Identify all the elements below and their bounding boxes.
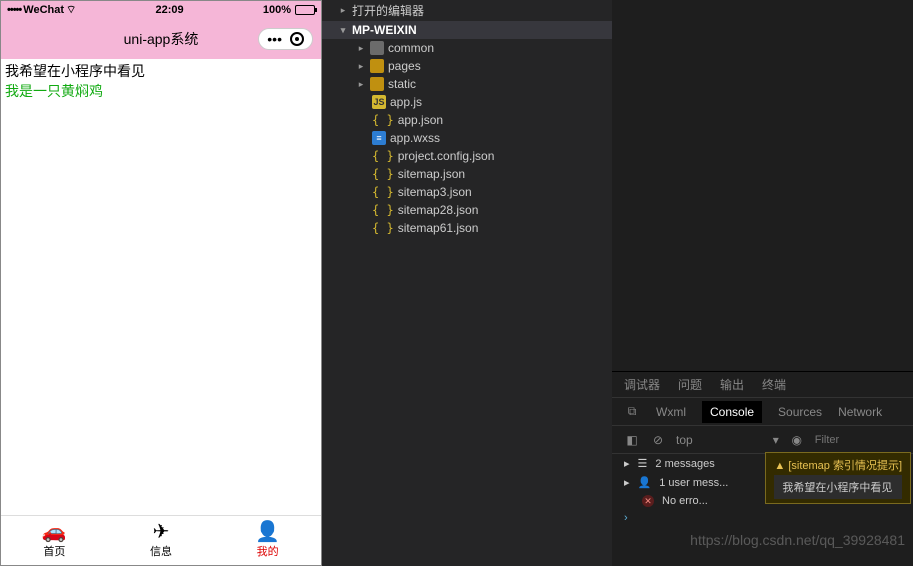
battery-percent: 100% [263,4,291,16]
file-name: sitemap61.json [398,221,479,235]
user-icon: 👤 [638,476,652,489]
subtab-wxml[interactable]: Wxml [656,405,686,419]
context-label: top [676,433,693,447]
file-name: project.config.json [398,149,495,163]
open-editors-header[interactable]: ▸ 打开的编辑器 [322,0,612,21]
json-file-icon: { } [372,185,394,199]
devtools-sub-tabs: ⧉ Wxml Console Sources Network [612,398,913,426]
file-tree-item[interactable]: { } sitemap61.json [322,219,612,237]
sitemap-warning-tooltip: ▲ [sitemap 索引情况提示] 我希望在小程序中看见 [765,452,911,504]
carrier-label: WeChat [23,4,64,16]
status-bar: ••••• WeChat ⌔ 22:09 100% [1,1,321,19]
file-name: sitemap28.json [398,203,479,217]
tab-terminal[interactable]: 终端 [762,376,786,393]
page-title: uni-app系统 [124,29,199,49]
folder-icon [370,59,384,73]
error-label: No erro... [662,495,708,507]
folder-icon [370,77,384,91]
tab-mine[interactable]: 👤 我的 [214,516,321,565]
error-icon: ✕ [642,495,654,507]
subtab-console[interactable]: Console [702,401,762,423]
user-messages-label: 1 user mess... [659,477,728,489]
context-dropdown[interactable]: top ▾ [676,433,779,447]
editor-area[interactable] [612,0,913,371]
open-editors-label: 打开的编辑器 [352,2,424,19]
file-tree-item[interactable]: ▸static [322,75,612,93]
sidebar-toggle-icon[interactable]: ◧ [624,432,640,448]
content-line-1: 我希望在小程序中看见 [5,61,317,81]
capsule-button[interactable]: ••• [258,28,313,50]
file-name: app.json [398,113,443,127]
tabbar: 🚗 首页 ✈ 信息 👤 我的 [1,515,321,565]
warning-icon: ▲ [774,460,785,472]
file-name: sitemap3.json [398,185,472,199]
file-name: static [388,77,416,91]
file-tree-item[interactable]: ▸pages [322,57,612,75]
file-name: app.js [390,95,422,109]
car-icon: 🚗 [42,522,67,542]
user-icon: 👤 [255,522,280,542]
nav-bar: uni-app系统 ••• [1,19,321,59]
file-tree-item[interactable]: { } sitemap.json [322,165,612,183]
tab-output[interactable]: 输出 [720,376,744,393]
tab-label: 我的 [257,543,279,559]
list-icon: ☰ [638,457,648,470]
file-tree-item[interactable]: ▸common [322,39,612,57]
file-name: app.wxss [390,131,440,145]
file-tree-item[interactable]: ≡ app.wxss [322,129,612,147]
tab-messages[interactable]: ✈ 信息 [108,516,215,565]
console-prompt[interactable]: › [612,510,913,526]
tab-debugger[interactable]: 调试器 [624,376,660,393]
file-tree-item[interactable]: { } project.config.json [322,147,612,165]
json-file-icon: { } [372,113,394,127]
chevron-down-icon: ▾ [773,433,779,447]
filter-input[interactable] [815,434,855,446]
file-explorer[interactable]: ▸ 打开的编辑器 ▾ MP-WEIXIN ▸common▸pages▸stati… [322,0,612,566]
simulator-pane: ••••• WeChat ⌔ 22:09 100% uni-app系统 ••• … [0,0,322,566]
chevron-right-icon: ▸ [624,457,630,470]
tooltip-body: 我希望在小程序中看见 [774,475,902,499]
devtools-primary-tabs: 调试器 问题 输出 终端 [612,372,913,398]
json-file-icon: { } [372,149,394,163]
battery-icon [295,5,315,15]
console-toolbar: ◧ ⊘ top ▾ ◉ [612,426,913,454]
close-capsule-icon[interactable] [290,32,304,46]
messages-summary: 2 messages [655,458,714,470]
tooltip-title: [sitemap 索引情况提示] [788,460,902,472]
file-name: sitemap.json [398,167,465,181]
tab-label: 信息 [150,543,172,559]
chevron-right-icon: ▸ [338,5,348,16]
folder-icon [370,41,384,55]
chevron-down-icon: ▾ [338,25,348,36]
json-file-icon: { } [372,221,394,235]
file-tree-item[interactable]: { } sitemap28.json [322,201,612,219]
root-label: MP-WEIXIN [352,23,417,37]
json-file-icon: { } [372,203,394,217]
subtab-sources[interactable]: Sources [778,405,822,419]
more-icon[interactable]: ••• [267,32,282,46]
file-name: pages [388,59,421,73]
wifi-icon: ⌔ [66,3,76,17]
json-file-icon: { } [372,167,394,181]
inspect-icon[interactable]: ⧉ [624,404,640,420]
file-name: common [388,41,434,55]
chevron-right-icon: ▸ [624,476,630,489]
tab-home[interactable]: 🚗 首页 [1,516,108,565]
eye-icon[interactable]: ◉ [789,432,805,448]
file-tree-item[interactable]: JS app.js [322,93,612,111]
page-content: 我希望在小程序中看见 我是一只黄焖鸡 [1,59,321,515]
plane-icon: ✈ [153,522,170,542]
status-time: 22:09 [156,4,184,16]
wxss-file-icon: ≡ [372,131,386,145]
project-root[interactable]: ▾ MP-WEIXIN [322,21,612,39]
content-line-2: 我是一只黄焖鸡 [5,81,317,101]
clear-icon[interactable]: ⊘ [650,432,666,448]
tab-label: 首页 [43,543,65,559]
js-file-icon: JS [372,95,386,109]
tab-problems[interactable]: 问题 [678,376,702,393]
signal-icon: ••••• [7,4,21,16]
file-tree-item[interactable]: { } app.json [322,111,612,129]
file-tree-item[interactable]: { } sitemap3.json [322,183,612,201]
subtab-network[interactable]: Network [838,405,882,419]
